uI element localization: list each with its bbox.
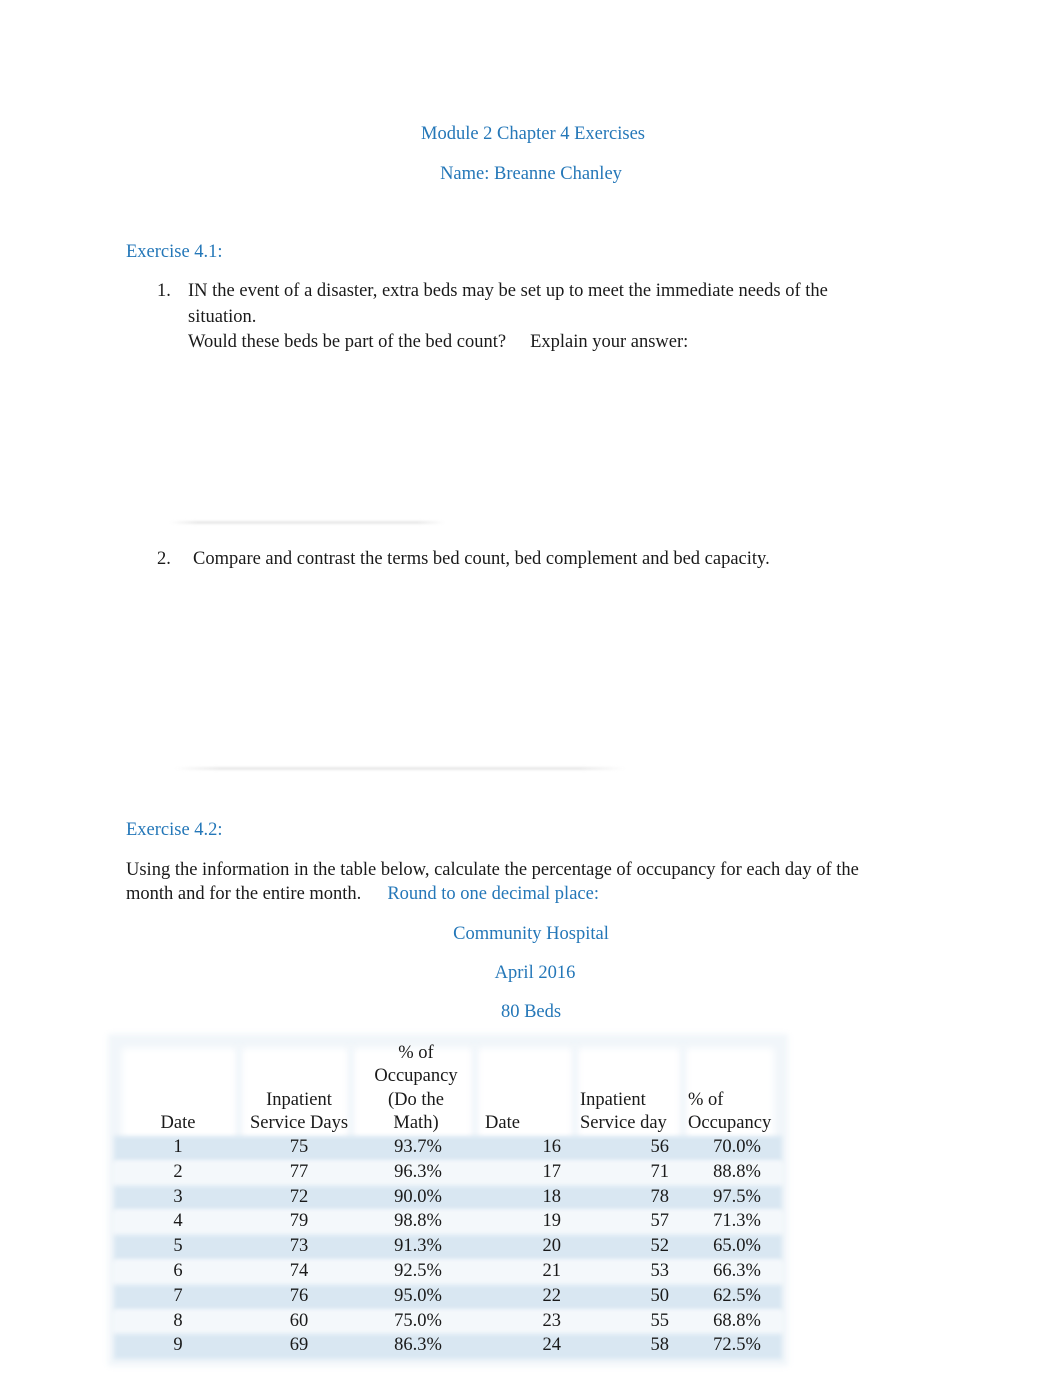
header-date-right: Date <box>485 1113 520 1133</box>
table-title-hospital: Community Hospital <box>453 924 609 944</box>
cell-occupancy-left: 75.0% <box>394 1310 442 1331</box>
cell-date-right: 18 <box>542 1186 562 1207</box>
question-1-prompt: Would these beds be part of the bed coun… <box>188 332 688 353</box>
cell-inpatient-service-day-right: 55 <box>650 1310 670 1331</box>
cell-inpatient-service-days-left: 79 <box>289 1211 309 1232</box>
cell-inpatient-service-day-right: 57 <box>650 1211 670 1232</box>
cell-occupancy-right: 70.0% <box>713 1137 761 1157</box>
exercise-4-2-instructions-line-1: Using the information in the table below… <box>126 860 859 880</box>
cell-occupancy-left: 96.3% <box>394 1161 442 1182</box>
header-inpatient-service-day-right-1: Inpatient <box>580 1090 646 1110</box>
cell-inpatient-service-days-left: 74 <box>289 1261 309 1281</box>
exercise-4-1-heading: Exercise 4.1: <box>126 242 223 262</box>
header-inpatient-service-day-right-2: Service day <box>580 1113 667 1133</box>
cell-date-right: 16 <box>542 1137 562 1157</box>
cell-inpatient-service-day-right: 58 <box>650 1335 670 1356</box>
question-1-number: 1. <box>157 281 171 301</box>
cell-date-left: 4 <box>173 1211 183 1232</box>
cell-occupancy-right: 62.5% <box>713 1285 761 1306</box>
question-1-prompt-part-a: Would these beds be part of the bed coun… <box>188 332 507 352</box>
answer-area-divider-2 <box>175 767 625 770</box>
cell-date-right: 19 <box>542 1211 562 1232</box>
cell-date-left: 1 <box>173 1137 183 1157</box>
cell-date-right: 22 <box>542 1285 562 1306</box>
cell-date-left: 7 <box>173 1285 183 1306</box>
cell-date-right: 17 <box>542 1161 562 1182</box>
cell-date-left: 5 <box>173 1236 183 1257</box>
cell-occupancy-left: 95.0% <box>394 1285 442 1306</box>
cell-occupancy-right: 88.8% <box>713 1161 761 1182</box>
cell-inpatient-service-days-left: 60 <box>289 1310 309 1331</box>
cell-date-left: 2 <box>173 1161 183 1182</box>
student-name: Name: Breanne Chanley <box>440 164 622 184</box>
question-1-prompt-part-b: Explain your answer: <box>530 332 689 352</box>
header-occupancy-left-2: Occupancy <box>374 1066 458 1086</box>
table-title-beds: 80 Beds <box>500 1002 562 1022</box>
header-inpatient-service-days-left-2: Service Days <box>249 1113 349 1133</box>
cell-inpatient-service-day-right: 53 <box>650 1261 670 1281</box>
cell-occupancy-left: 93.7% <box>394 1137 442 1157</box>
table-title-period: April 2016 <box>494 963 576 983</box>
cell-occupancy-right: 66.3% <box>713 1261 761 1281</box>
cell-date-right: 21 <box>542 1261 562 1281</box>
header-inpatient-service-days-left-1: Inpatient <box>266 1090 332 1110</box>
cell-inpatient-service-day-right: 50 <box>650 1285 670 1306</box>
header-occupancy-left-1: % of <box>398 1043 434 1063</box>
cell-inpatient-service-days-left: 76 <box>289 1285 309 1306</box>
cell-date-left: 8 <box>173 1310 183 1331</box>
exercise-4-2-instructions-line-2: month and for the entire month. Round to … <box>126 884 599 905</box>
cell-date-right: 24 <box>542 1335 562 1356</box>
question-1-text-line-2: situation. <box>188 307 257 327</box>
cell-inpatient-service-days-left: 73 <box>289 1236 309 1257</box>
cell-inpatient-service-day-right: 52 <box>650 1236 670 1257</box>
cell-occupancy-left: 98.8% <box>394 1211 442 1232</box>
cell-occupancy-right: 71.3% <box>713 1211 761 1232</box>
column-separator <box>572 1046 578 1146</box>
cell-inpatient-service-days-left: 77 <box>289 1161 309 1182</box>
cell-date-left: 6 <box>173 1261 183 1281</box>
cell-date-left: 3 <box>173 1186 183 1207</box>
header-occupancy-left-4: Math) <box>393 1113 439 1133</box>
cell-occupancy-right: 65.0% <box>713 1236 761 1257</box>
cell-occupancy-right: 97.5% <box>713 1186 761 1207</box>
cell-occupancy-left: 90.0% <box>394 1186 442 1207</box>
cell-inpatient-service-day-right: 71 <box>650 1161 670 1182</box>
header-occupancy-right-2: Occupancy <box>688 1113 772 1133</box>
question-2-number: 2. <box>157 549 171 569</box>
answer-area-divider-1 <box>170 521 445 524</box>
header-date-left: Date <box>160 1113 196 1133</box>
cell-occupancy-left: 86.3% <box>394 1335 442 1356</box>
exercise-4-2-heading: Exercise 4.2: <box>126 820 223 840</box>
cell-inpatient-service-days-left: 75 <box>289 1137 309 1157</box>
rounding-instruction: Round to one decimal place: <box>387 884 599 904</box>
cell-inpatient-service-day-right: 78 <box>650 1186 670 1207</box>
instructions-text: month and for the entire month. <box>126 884 362 904</box>
question-1-text-line-1: IN the event of a disaster, extra beds m… <box>188 281 828 301</box>
header-occupancy-left-3: (Do the <box>388 1090 444 1110</box>
cell-occupancy-left: 92.5% <box>394 1261 442 1281</box>
cell-occupancy-right: 68.8% <box>713 1310 761 1331</box>
cell-occupancy-left: 91.3% <box>394 1236 442 1257</box>
cell-occupancy-right: 72.5% <box>713 1335 761 1356</box>
document-title: Module 2 Chapter 4 Exercises <box>421 124 645 144</box>
header-occupancy-right-1: % of <box>688 1090 724 1110</box>
cell-date-right: 23 <box>542 1310 562 1331</box>
cell-inpatient-service-day-right: 56 <box>650 1137 670 1157</box>
question-2-text: Compare and contrast the terms bed count… <box>193 549 770 569</box>
cell-date-right: 20 <box>542 1236 562 1257</box>
column-separator <box>680 1046 686 1146</box>
column-separator <box>472 1046 478 1146</box>
cell-date-left: 9 <box>173 1335 183 1356</box>
cell-inpatient-service-days-left: 69 <box>289 1335 309 1356</box>
cell-inpatient-service-days-left: 72 <box>289 1186 309 1207</box>
occupancy-table: Date Inpatient Service Days % of Occupan… <box>108 1034 788 1366</box>
